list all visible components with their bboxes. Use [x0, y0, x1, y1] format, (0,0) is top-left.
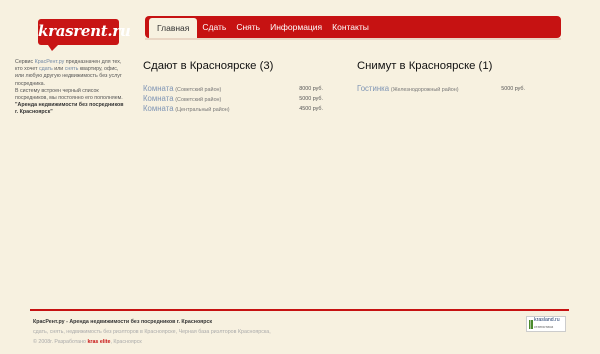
listing-link[interactable]: Гостинка — [357, 84, 389, 93]
requests-section: Снимут в Красноярске (1) Гостинка (Желез… — [357, 60, 525, 94]
sidebar-text-1: Сервис — [15, 59, 35, 65]
listing-link[interactable]: Комната — [143, 84, 174, 93]
footer: КрасРент.ру - Аренда недвижимости без по… — [33, 317, 271, 347]
footer-copyright: © 2008г. Разработано kras elite, Красноя… — [33, 337, 271, 347]
listing-district: (Советский район) — [175, 87, 222, 93]
listing-price: 8000 руб. — [299, 86, 323, 92]
sidebar-slogan: "Аренда недвижимости без посредников г. … — [15, 102, 124, 116]
listing-district: (Советский район) — [175, 97, 222, 103]
listing-price: 5000 руб. — [299, 96, 323, 102]
listing-district: (Центральный район) — [175, 107, 230, 113]
nav-item-rent[interactable]: Снять — [231, 16, 265, 38]
nav-divider — [145, 38, 561, 40]
copyright-city: , Красноярск — [110, 339, 142, 345]
listing-price: 4500 руб. — [299, 106, 323, 112]
list-item: Комната (Советский район) 5000 руб. — [143, 94, 323, 104]
counter-subtitle: статистика — [534, 325, 554, 329]
copyright-text: © 2008г. Разработано — [33, 339, 88, 345]
site-logo[interactable]: krasrent.ru — [38, 19, 131, 51]
nav-item-info[interactable]: Информация — [265, 16, 327, 38]
listing-link[interactable]: Комната — [143, 104, 174, 113]
sidebar-text-3: или — [52, 66, 65, 73]
sidebar-link-rent[interactable]: снять — [65, 66, 79, 72]
listing-price: 5000 руб. — [501, 86, 525, 92]
nav-item-contacts[interactable]: Контакты — [327, 16, 374, 38]
listing-district: (Железнодорожный район) — [390, 87, 459, 93]
sidebar-brand-link[interactable]: КрасРент.ру — [35, 59, 65, 65]
main-nav: Главная Сдать Снять Информация Контакты — [145, 16, 561, 38]
counter-title: krasland.ru — [534, 317, 560, 323]
listing-link[interactable]: Комната — [143, 94, 174, 103]
nav-item-home[interactable]: Главная — [149, 18, 198, 38]
offers-title: Сдают в Красноярске (3) — [143, 60, 274, 72]
list-item: Гостинка (Железнодорожный район) 5000 ру… — [357, 84, 525, 94]
stats-counter-badge[interactable]: krasland.ru статистика — [526, 316, 566, 332]
sidebar-description: Сервис КрасРент.ру предназначен для тех,… — [15, 59, 127, 117]
footer-divider — [30, 309, 569, 311]
sidebar-text-5: В систему встроен черный список посредни… — [15, 87, 123, 102]
footer-keywords: сдать, снять, недвижимость без риэлторов… — [33, 329, 271, 335]
sidebar-link-rent-out[interactable]: сдать — [39, 66, 53, 72]
footer-title: КрасРент.ру - Аренда недвижимости без по… — [33, 319, 213, 325]
requests-title: Снимут в Красноярске (1) — [357, 60, 493, 72]
developer-link[interactable]: kras elite — [87, 339, 110, 345]
list-item: Комната (Центральный район) 4500 руб. — [143, 104, 323, 114]
nav-item-rent-out[interactable]: Сдать — [197, 16, 231, 38]
offers-section: Сдают в Красноярске (3) Комната (Советск… — [143, 60, 323, 114]
list-item: Комната (Советский район) 8000 руб. — [143, 84, 323, 94]
stats-bars-icon — [529, 320, 533, 329]
